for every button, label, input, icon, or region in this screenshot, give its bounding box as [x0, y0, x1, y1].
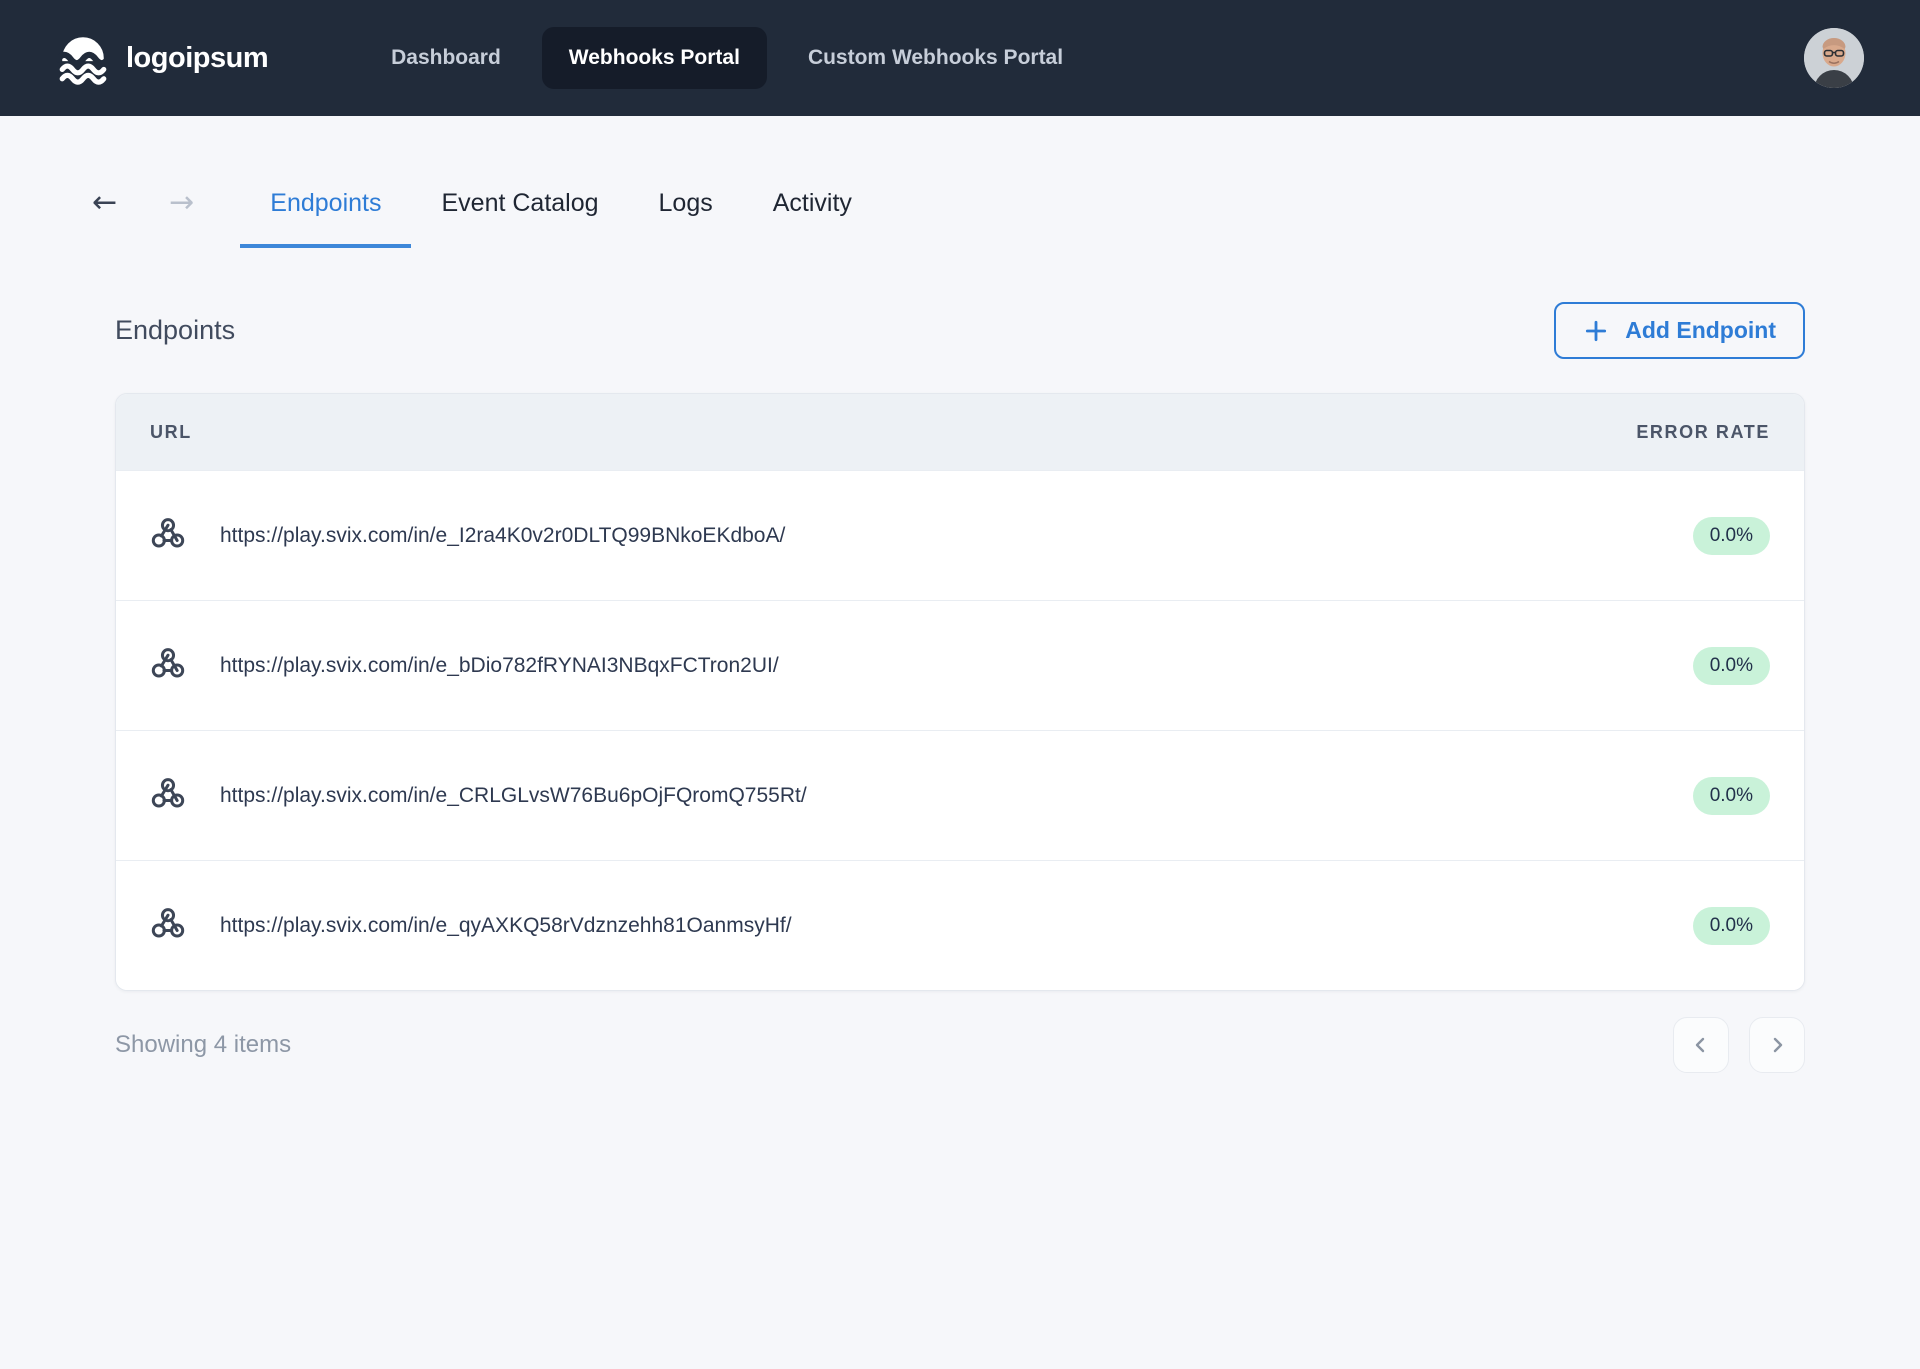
error-rate-badge: 0.0% [1693, 777, 1770, 815]
endpoint-url: https://play.svix.com/in/e_CRLGLvsW76Bu6… [220, 784, 807, 808]
table-row[interactable]: https://play.svix.com/in/e_qyAXKQ58rVdzn… [116, 860, 1804, 990]
brand-logo[interactable]: logoipsum [56, 31, 268, 85]
nav-item-custom-webhooks-portal[interactable]: Custom Webhooks Portal [781, 27, 1090, 89]
tab-activity[interactable]: Activity [743, 177, 882, 248]
column-header-error-rate: ERROR RATE [1636, 422, 1770, 443]
endpoints-table: URL ERROR RATE https://play.svix.com/in/… [115, 393, 1805, 991]
pagination [1673, 1017, 1805, 1073]
brand-name: logoipsum [126, 42, 268, 75]
tab-event-catalog[interactable]: Event Catalog [411, 177, 628, 248]
error-rate-badge: 0.0% [1693, 647, 1770, 685]
user-avatar[interactable] [1804, 28, 1864, 88]
main-content: Endpoints Add Endpoint URL ERROR RATE [0, 248, 1920, 1073]
nav-item-webhooks-portal[interactable]: Webhooks Portal [542, 27, 767, 89]
add-endpoint-label: Add Endpoint [1625, 317, 1776, 344]
tab-logs[interactable]: Logs [629, 177, 743, 248]
forward-arrow-icon[interactable]: → [159, 174, 204, 248]
error-rate-badge: 0.0% [1693, 907, 1770, 945]
add-endpoint-button[interactable]: Add Endpoint [1554, 302, 1805, 359]
webhook-icon [150, 515, 186, 556]
previous-page-button[interactable] [1673, 1017, 1729, 1073]
portal-tabbar: ← → Endpoints Event Catalog Logs Activit… [0, 116, 1920, 248]
webhook-icon [150, 775, 186, 816]
webhook-icon [150, 905, 186, 946]
endpoint-url: https://play.svix.com/in/e_bDio782fRYNAI… [220, 654, 779, 678]
top-navbar: logoipsum Dashboard Webhooks Portal Cust… [0, 0, 1920, 116]
items-count-summary: Showing 4 items [115, 1031, 291, 1059]
page-header: Endpoints Add Endpoint [115, 302, 1805, 359]
tabs: Endpoints Event Catalog Logs Activity [240, 177, 882, 248]
chevron-left-icon [1689, 1033, 1713, 1057]
back-arrow-icon[interactable]: ← [82, 174, 127, 248]
error-rate-badge: 0.0% [1693, 517, 1770, 555]
tab-endpoints[interactable]: Endpoints [240, 177, 411, 248]
primary-navigation: Dashboard Webhooks Portal Custom Webhook… [364, 27, 1090, 89]
endpoint-url: https://play.svix.com/in/e_I2ra4K0v2r0DL… [220, 524, 785, 548]
endpoint-url: https://play.svix.com/in/e_qyAXKQ58rVdzn… [220, 914, 792, 938]
chevron-right-icon [1765, 1033, 1789, 1057]
logoipsum-logo-icon [56, 31, 110, 85]
table-row[interactable]: https://play.svix.com/in/e_CRLGLvsW76Bu6… [116, 730, 1804, 860]
table-row[interactable]: https://play.svix.com/in/e_I2ra4K0v2r0DL… [116, 470, 1804, 600]
plus-icon [1583, 318, 1609, 344]
table-header-row: URL ERROR RATE [116, 394, 1804, 470]
table-footer: Showing 4 items [115, 1017, 1805, 1073]
avatar-photo [1804, 28, 1864, 88]
page-title: Endpoints [115, 315, 235, 346]
webhook-icon [150, 645, 186, 686]
column-header-url: URL [150, 422, 192, 443]
next-page-button[interactable] [1749, 1017, 1805, 1073]
table-row[interactable]: https://play.svix.com/in/e_bDio782fRYNAI… [116, 600, 1804, 730]
nav-item-dashboard[interactable]: Dashboard [364, 27, 528, 89]
